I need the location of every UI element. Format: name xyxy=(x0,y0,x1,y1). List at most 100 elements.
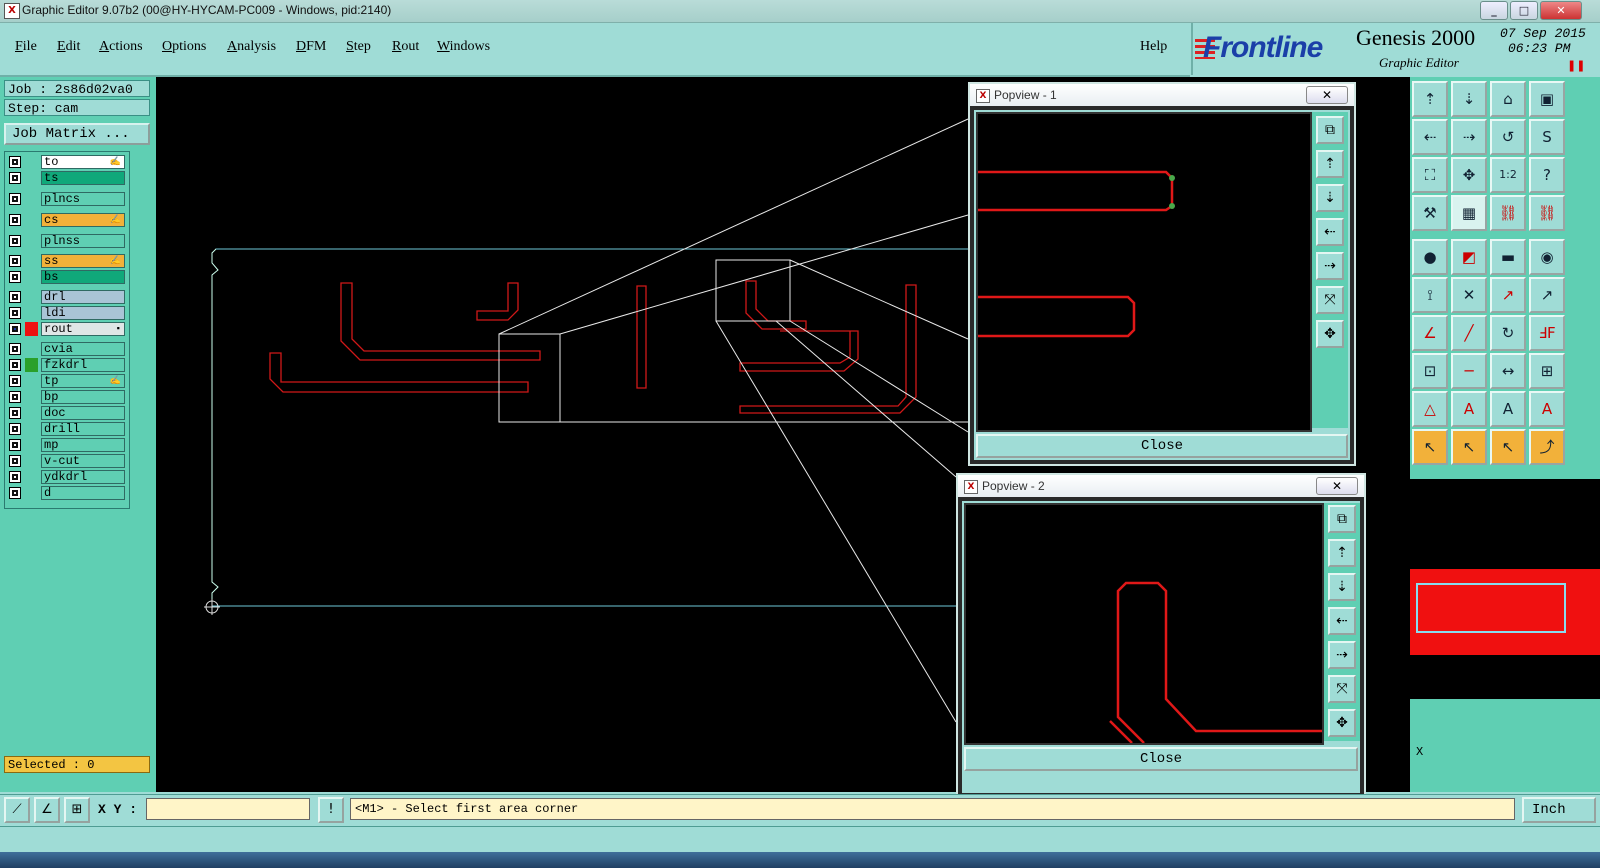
layer-name[interactable]: drill xyxy=(41,422,125,436)
layer-checkbox[interactable] xyxy=(9,407,21,419)
pan-up-icon[interactable]: ⇡ xyxy=(1328,539,1356,567)
x-app-icon[interactable]: X xyxy=(4,3,20,19)
popview-2-canvas[interactable] xyxy=(964,503,1324,745)
pan-left-icon[interactable]: ⇠ xyxy=(1412,119,1448,155)
unit-selector[interactable]: Inch xyxy=(1522,797,1596,823)
triangle-b-icon[interactable]: A xyxy=(1451,391,1487,427)
zoom-in-icon[interactable]: ⤧ xyxy=(1328,675,1356,703)
pointer-icon[interactable]: ↖ xyxy=(1412,429,1448,465)
dimension-icon[interactable]: ↔ xyxy=(1490,353,1526,389)
close-icon[interactable]: ✕ xyxy=(1540,1,1582,20)
pan-left-icon[interactable]: ⇠ xyxy=(1316,218,1344,246)
menu-step[interactable]: Step xyxy=(346,39,371,55)
home-icon[interactable]: ⌂ xyxy=(1490,81,1526,117)
mirror-icon[interactable]: ℲF xyxy=(1529,315,1565,351)
layer-color-swatch[interactable] xyxy=(25,322,38,336)
line-angle-icon[interactable]: ∠ xyxy=(1412,315,1448,351)
layer-checkbox[interactable] xyxy=(9,193,21,205)
layer-checkbox[interactable] xyxy=(9,156,21,168)
layer-row[interactable]: drl xyxy=(7,290,125,304)
net-red-icon[interactable]: ⛓ xyxy=(1490,195,1526,231)
popview-2-titlebar[interactable]: X Popview - 2 ✕ xyxy=(958,475,1364,497)
layer-row[interactable]: bs xyxy=(7,270,125,284)
zoom-fit-icon[interactable]: ⧉ xyxy=(1328,505,1356,533)
net-dot-icon[interactable]: ⛓ xyxy=(1529,195,1565,231)
layer-name[interactable]: ydkdrl xyxy=(41,470,125,484)
pause-icon[interactable]: ❚❚ xyxy=(1567,59,1585,72)
help-icon[interactable]: ? xyxy=(1529,157,1565,193)
layer-name[interactable]: ss ✍ xyxy=(41,254,125,268)
line-blue-icon[interactable]: ↗ xyxy=(1529,277,1565,313)
menu-rout[interactable]: Rout xyxy=(392,39,419,55)
zoom-fit-icon[interactable]: ⧉ xyxy=(1316,116,1344,144)
layer-name[interactable]: plncs xyxy=(41,192,125,206)
layer-row[interactable]: cvia xyxy=(7,342,125,356)
layer-name[interactable]: ts xyxy=(41,171,125,185)
line-diag-icon[interactable]: ╱ xyxy=(1451,315,1487,351)
layer-checkbox[interactable] xyxy=(9,391,21,403)
popview-1-close-button[interactable]: Close xyxy=(976,434,1348,458)
layer-checkbox[interactable] xyxy=(9,471,21,483)
layer-name[interactable]: d xyxy=(41,486,125,500)
zoom-out-icon[interactable]: ✥ xyxy=(1316,320,1344,348)
layer-row[interactable]: ts xyxy=(7,171,125,185)
popview-1-canvas[interactable] xyxy=(976,112,1312,432)
layer-checkbox[interactable] xyxy=(9,423,21,435)
pan-down-icon[interactable]: ⇣ xyxy=(1328,573,1356,601)
layer-name[interactable]: mp xyxy=(41,438,125,452)
layer-checkbox[interactable] xyxy=(9,343,21,355)
overview-thumbnail[interactable] xyxy=(1410,479,1600,699)
triangle-c-icon[interactable]: A xyxy=(1490,391,1526,427)
layer-checkbox[interactable] xyxy=(9,455,21,467)
pointer-select-icon[interactable]: ↖ xyxy=(1451,429,1487,465)
layer-checkbox[interactable] xyxy=(9,255,21,267)
layer-name[interactable]: plnss xyxy=(41,234,125,248)
layer-row[interactable]: cs ✍ xyxy=(7,213,125,227)
layer-row[interactable]: tp ✍ xyxy=(7,374,125,388)
layer-checkbox[interactable] xyxy=(9,271,21,283)
triangle-d-icon[interactable]: A xyxy=(1529,391,1565,427)
layer-row[interactable]: rout ▪ xyxy=(7,322,125,336)
node-icon[interactable]: ⟟ xyxy=(1412,277,1448,313)
grid-icon[interactable]: ▦ xyxy=(1451,195,1487,231)
move-pad-icon[interactable]: ⊡ xyxy=(1412,353,1448,389)
delete-x-icon[interactable]: ✕ xyxy=(1451,277,1487,313)
window-icon[interactable]: ▣ xyxy=(1529,81,1565,117)
layer-name[interactable]: ldi xyxy=(41,306,125,320)
popview-2-close-button[interactable]: Close xyxy=(964,747,1358,771)
layer-name[interactable]: drl xyxy=(41,290,125,304)
layer-checkbox[interactable] xyxy=(9,439,21,451)
close-icon[interactable]: ✕ xyxy=(1316,477,1358,495)
layer-checkbox[interactable] xyxy=(9,375,21,387)
grid-mode-icon[interactable]: ⊞ xyxy=(64,797,90,823)
zoom-out-icon[interactable]: ✥ xyxy=(1328,709,1356,737)
layer-name[interactable]: bs xyxy=(41,270,125,284)
layer-name[interactable]: v-cut xyxy=(41,454,125,468)
pads-icon[interactable]: ⊞ xyxy=(1529,353,1565,389)
scale-1-2-icon[interactable]: 1:2 xyxy=(1490,157,1526,193)
layer-name[interactable]: fzkdrl xyxy=(41,358,125,372)
job-matrix-button[interactable]: Job Matrix ... xyxy=(4,123,150,145)
layer-name[interactable]: rout ▪ xyxy=(41,322,125,336)
pointer-move-icon[interactable]: ↖ xyxy=(1490,429,1526,465)
zoom-fit-icon[interactable]: ⛶ xyxy=(1412,157,1448,193)
angle-mode-icon[interactable]: ∠ xyxy=(34,797,60,823)
layer-row[interactable]: ldi xyxy=(7,306,125,320)
menu-windows[interactable]: Windows xyxy=(437,39,490,55)
layer-row[interactable]: ss ✍ xyxy=(7,254,125,268)
pan-down-icon[interactable]: ⇣ xyxy=(1316,184,1344,212)
line-red-icon[interactable]: ↗ xyxy=(1490,277,1526,313)
layer-checkbox[interactable] xyxy=(9,172,21,184)
layer-checkbox[interactable] xyxy=(9,359,21,371)
overview-view-box[interactable] xyxy=(1416,583,1566,633)
layer-checkbox[interactable] xyxy=(9,235,21,247)
menu-actions[interactable]: Actions xyxy=(99,39,143,55)
snap-mode-icon[interactable]: ⟋ xyxy=(4,797,30,823)
zoom-in-icon[interactable]: ⤧ xyxy=(1316,286,1344,314)
snap-icon[interactable]: S xyxy=(1529,119,1565,155)
hline-icon[interactable]: ─ xyxy=(1451,353,1487,389)
xy-input[interactable] xyxy=(146,798,310,820)
alert-icon[interactable]: ! xyxy=(318,797,344,823)
layer-checkbox[interactable] xyxy=(9,307,21,319)
pan-down-icon[interactable]: ⇣ xyxy=(1451,81,1487,117)
